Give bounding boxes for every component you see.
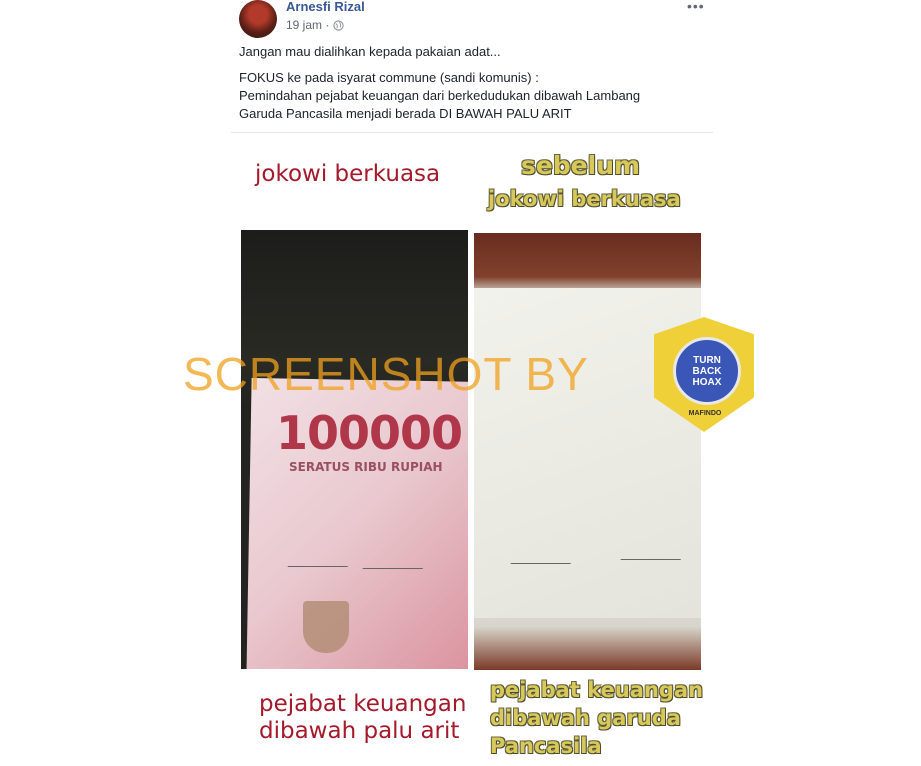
post-text-line: Garuda Pancasila menjadi berada DI BAWAH…: [239, 106, 572, 121]
banknote-amount: 100000: [276, 406, 463, 460]
banknote-photo-right: [474, 233, 701, 670]
emblem-icon: [303, 601, 349, 653]
badge-text: BACK: [692, 365, 722, 377]
facebook-post: Arnesfi Rizal 19 jam · ••• Jangan mau di…: [0, 0, 921, 766]
signature: [620, 541, 688, 560]
post-time[interactable]: 19 jam ·: [286, 18, 329, 32]
badge-text: HOAX: [692, 376, 722, 388]
post-text-line: Pemindahan pejabat keuangan dari berkedu…: [239, 88, 641, 103]
author-avatar[interactable]: [239, 0, 277, 38]
right-caption-bottom-3: Pancasila: [490, 734, 602, 758]
banknote-amount-words: SERATUS RIBU RUPIAH: [289, 460, 443, 474]
post-meta: 19 jam ·: [286, 18, 344, 32]
globe-icon: [333, 19, 344, 31]
signature: [287, 548, 355, 567]
left-caption-bottom-2: dibawah palu arit: [259, 718, 460, 744]
badge-text: TURN: [693, 354, 721, 366]
banknote-photo-left: 100000 SERATUS RIBU RUPIAH: [241, 230, 468, 669]
post-image[interactable]: jokowi berkuasa sebelum jokowi berkuasa …: [231, 133, 713, 766]
badge-ring-text: MAFINDO: [688, 410, 722, 417]
right-caption-top-2: jokowi berkuasa: [488, 187, 681, 211]
right-caption-bottom-1: pejabat keuangan: [490, 678, 704, 702]
right-caption-bottom-2: dibawah garuda: [490, 706, 681, 730]
signature: [510, 545, 578, 564]
post-text-line: Jangan mau dialihkan kepada pakaian adat…: [239, 44, 501, 59]
post-text-line: FOKUS ke pada isyarat commune (sandi kom…: [239, 70, 539, 85]
author-name[interactable]: Arnesfi Rizal: [286, 0, 365, 14]
turnbackhoax-logo: TURN BACK HOAX: [673, 337, 741, 405]
left-caption-top: jokowi berkuasa: [255, 161, 441, 187]
more-options-icon[interactable]: •••: [687, 0, 705, 14]
screenshot-watermark: SCREENSHOT BY: [183, 348, 589, 400]
left-caption-bottom-1: pejabat keuangan: [259, 691, 467, 717]
signature: [362, 550, 430, 569]
right-caption-top-1: sebelum: [521, 151, 641, 180]
